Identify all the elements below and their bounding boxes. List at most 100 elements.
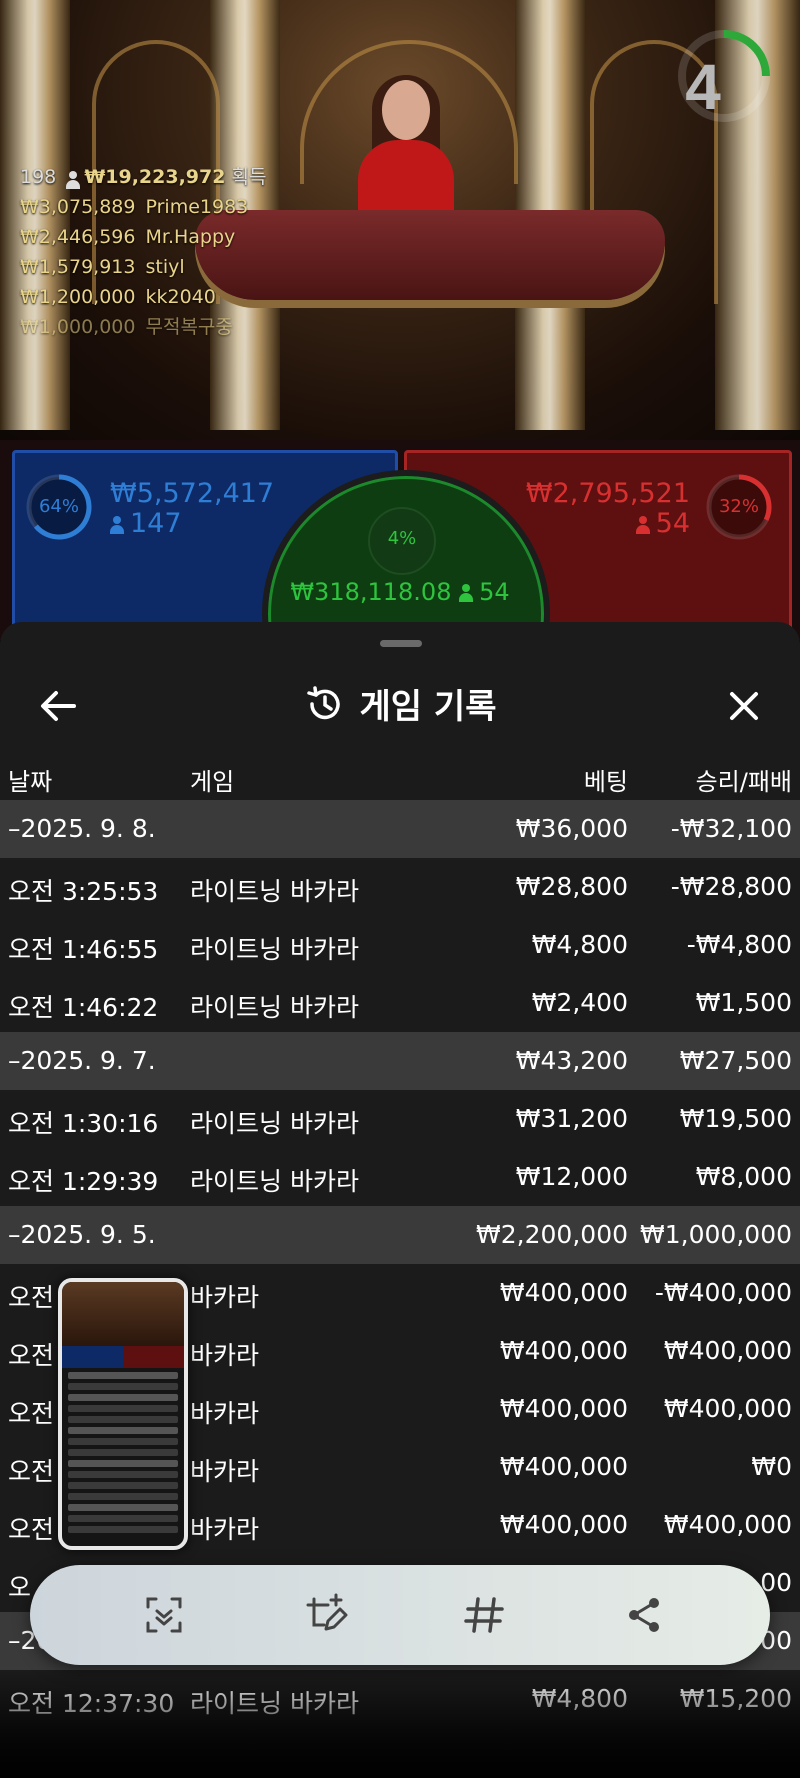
winners-label: 획득: [231, 166, 267, 188]
tie-bet-amount: ₩318,118.08: [290, 578, 452, 606]
banker-percent: 32%: [718, 496, 759, 517]
winners-total: ₩19,223,972: [84, 166, 226, 188]
row-bet: ₩2,200,000: [476, 1220, 628, 1249]
screenshot-toolbar: [30, 1565, 770, 1665]
table-row: 오전 1:46:55 라이트닝 바카라 ₩4,800 -₩4,800: [0, 916, 800, 974]
table-row: 오전 1:30:16 라이트닝 바카라 ₩31,200 ₩19,500: [0, 1090, 800, 1148]
winner-row: ₩2,446,596 Mr.Happy: [20, 222, 266, 252]
screenshot-thumbnail[interactable]: [58, 1278, 188, 1550]
column-game: 게임: [190, 768, 235, 796]
tie-count-value: 54: [479, 578, 510, 606]
row-result: ₩19,500: [679, 1104, 792, 1133]
date-group-row[interactable]: –2025. 9. 5. ₩2,200,000 ₩1,000,000: [0, 1206, 800, 1264]
page-title: 게임 기록: [0, 684, 800, 729]
live-video: 4 198 ₩19,223,972 획득 ₩3,075,889 Prime1983…: [0, 0, 800, 450]
person-icon: [459, 584, 474, 602]
row-result: ₩400,000: [663, 1394, 792, 1423]
row-game: 라이트닝 바카라: [190, 993, 359, 1022]
person-icon: [66, 171, 81, 189]
row-date: –2025. 9. 8.: [8, 814, 156, 843]
row-game: 라이트닝 바카라: [190, 877, 359, 906]
hashtag-icon[interactable]: [460, 1591, 508, 1639]
row-date: 오전 1:29:39: [8, 1167, 159, 1196]
winner-amount: ₩1,000,000: [20, 316, 136, 338]
scroll-capture-icon[interactable]: [140, 1591, 188, 1639]
dealer-face: [382, 80, 430, 140]
draw-icon[interactable]: [300, 1591, 348, 1639]
banker-bet-amount: ₩2,795,521: [525, 478, 690, 509]
winner-name: Prime1983: [145, 196, 249, 218]
row-date: –2025. 9. 7.: [8, 1046, 156, 1075]
winner-row: ₩3,075,889 Prime1983: [20, 192, 266, 222]
row-date: 오전 3:25:53: [8, 877, 159, 906]
player-percent: 64%: [38, 496, 79, 517]
row-bet: ₩2,400: [531, 988, 628, 1017]
row-game: 바카라: [190, 1457, 260, 1486]
row-result: ₩1,500: [695, 988, 792, 1017]
winner-amount: ₩2,446,596: [20, 226, 136, 248]
row-bet: ₩4,800: [531, 930, 628, 959]
winner-name: stiyl: [145, 256, 185, 278]
row-date: 오전: [8, 1457, 55, 1486]
sheet-header: 게임 기록: [0, 662, 800, 752]
bottom-fade: [0, 1670, 800, 1778]
row-bet: ₩31,200: [515, 1104, 628, 1133]
column-date: 날짜: [8, 768, 53, 796]
row-result: ₩8,000: [695, 1162, 792, 1191]
row-date: 오전: [8, 1399, 55, 1428]
row-result: ₩0: [751, 1452, 792, 1481]
column-result: 승리/패배: [695, 768, 792, 796]
row-bet: ₩400,000: [499, 1510, 628, 1539]
tie-percent: 4%: [368, 507, 436, 575]
winner-amount: ₩3,075,889: [20, 196, 136, 218]
winner-row: ₩1,000,000 무적복구중: [20, 312, 266, 342]
close-icon[interactable]: [722, 684, 766, 728]
row-result: -₩4,800: [686, 930, 792, 959]
row-result: ₩400,000: [663, 1336, 792, 1365]
share-icon[interactable]: [620, 1591, 668, 1639]
winner-name: kk2040: [145, 286, 216, 308]
table-row: 오전 3:25:53 라이트닝 바카라 ₩28,800 -₩28,800: [0, 858, 800, 916]
date-group-row[interactable]: –2025. 9. 8. ₩36,000 -₩32,100: [0, 800, 800, 858]
row-date: 오전 1:46:55: [8, 935, 159, 964]
row-bet: ₩28,800: [515, 872, 628, 901]
player-bettor-count: 147: [110, 508, 182, 539]
sheet-drag-handle[interactable]: [380, 640, 422, 647]
winner-name: 무적복구중: [145, 316, 233, 338]
row-result: ₩1,000,000: [640, 1220, 792, 1249]
row-result: ₩27,500: [679, 1046, 792, 1075]
row-bet: ₩400,000: [499, 1452, 628, 1481]
winner-row: ₩1,200,000 kk2040: [20, 282, 266, 312]
history-icon: [306, 686, 340, 720]
row-result: -₩28,800: [670, 872, 792, 901]
row-bet: ₩400,000: [499, 1278, 628, 1307]
countdown-number: 4: [685, 51, 721, 123]
row-date: 오: [8, 1573, 32, 1602]
row-game: 바카라: [190, 1283, 260, 1312]
row-game: 바카라: [190, 1399, 260, 1428]
table-row: 오전 1:46:22 라이트닝 바카라 ₩2,400 ₩1,500: [0, 974, 800, 1032]
banker-count-value: 54: [655, 508, 690, 539]
column-bet: 베팅: [583, 768, 628, 796]
winners-list: 198 ₩19,223,972 획득 ₩3,075,889 Prime1983 ₩…: [20, 162, 266, 342]
row-date: 오전 1:46:22: [8, 993, 159, 1022]
table-row: 오전 1:29:39 라이트닝 바카라 ₩12,000 ₩8,000: [0, 1148, 800, 1206]
player-count-value: 147: [130, 508, 182, 539]
row-game: 바카라: [190, 1341, 260, 1370]
table-header: 날짜 게임 베팅 승리/패배: [0, 752, 800, 802]
winner-row: ₩1,579,913 stiyl: [20, 252, 266, 282]
row-date: 오전: [8, 1283, 55, 1312]
row-bet: ₩12,000: [515, 1162, 628, 1191]
person-icon: [635, 516, 650, 534]
row-bet: ₩400,000: [499, 1336, 628, 1365]
row-result: -₩32,100: [670, 814, 792, 843]
row-bet: ₩36,000: [515, 814, 628, 843]
row-game: 라이트닝 바카라: [190, 935, 359, 964]
banker-bettor-count: 54: [635, 508, 690, 539]
row-date: –2025. 9. 5.: [8, 1220, 156, 1249]
row-date: 오전 1:30:16: [8, 1109, 159, 1138]
date-group-row[interactable]: –2025. 9. 7. ₩43,200 ₩27,500: [0, 1032, 800, 1090]
winner-amount: ₩1,200,000: [20, 286, 136, 308]
row-game: 라이트닝 바카라: [190, 1167, 359, 1196]
row-result: ₩400,000: [663, 1510, 792, 1539]
